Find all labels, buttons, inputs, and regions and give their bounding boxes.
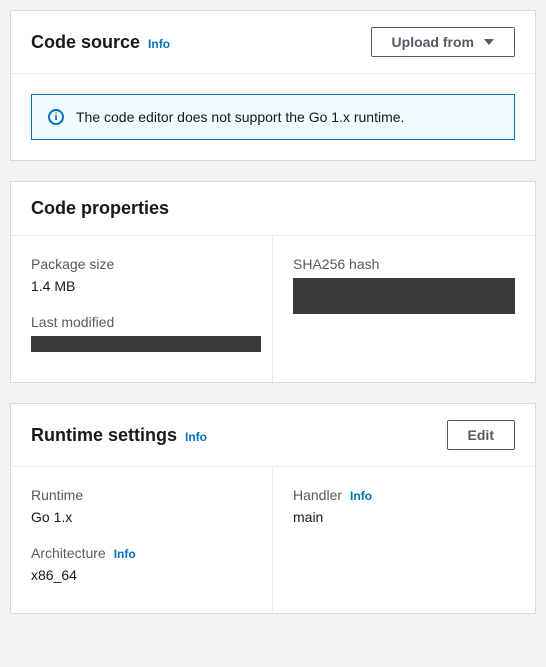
caret-down-icon (484, 39, 494, 45)
runtime-settings-info-link[interactable]: Info (185, 430, 207, 444)
runtime-settings-header: Runtime settings Info Edit (11, 404, 535, 467)
code-source-panel: Code source Info Upload from i The code … (10, 10, 536, 161)
sha256-value-redacted (293, 278, 515, 314)
runtime-settings-left-col: Runtime Go 1.x Architecture Info x86_64 (11, 467, 273, 613)
runtime-item: Runtime Go 1.x (31, 487, 252, 525)
handler-label: Handler (293, 487, 342, 503)
handler-value: main (293, 509, 515, 525)
upload-from-label: Upload from (392, 34, 474, 50)
code-properties-title: Code properties (31, 198, 169, 219)
code-properties-left-col: Package size 1.4 MB Last modified (11, 236, 273, 382)
package-size-value: 1.4 MB (31, 278, 252, 294)
upload-from-button[interactable]: Upload from (371, 27, 515, 57)
code-source-info-link[interactable]: Info (148, 37, 170, 51)
code-source-header: Code source Info Upload from (11, 11, 535, 74)
architecture-label-group: Architecture Info (31, 545, 252, 561)
code-source-body: i The code editor does not support the G… (11, 74, 535, 160)
sha256-label: SHA256 hash (293, 256, 515, 272)
handler-info-link[interactable]: Info (350, 489, 372, 503)
alert-message: The code editor does not support the Go … (76, 109, 404, 125)
code-properties-panel: Code properties Package size 1.4 MB Last… (10, 181, 536, 383)
runtime-settings-title-group: Runtime settings Info (31, 425, 207, 446)
info-icon: i (48, 109, 64, 125)
code-source-title: Code source (31, 32, 140, 53)
last-modified-item: Last modified (31, 314, 252, 352)
runtime-value: Go 1.x (31, 509, 252, 525)
runtime-settings-title: Runtime settings (31, 425, 177, 446)
architecture-value: x86_64 (31, 567, 252, 583)
last-modified-label: Last modified (31, 314, 252, 330)
code-properties-header: Code properties (11, 182, 535, 236)
runtime-not-supported-alert: i The code editor does not support the G… (31, 94, 515, 140)
runtime-settings-body: Runtime Go 1.x Architecture Info x86_64 … (11, 467, 535, 613)
architecture-info-link[interactable]: Info (114, 547, 136, 561)
code-properties-title-group: Code properties (31, 198, 169, 219)
handler-item: Handler Info main (293, 487, 515, 525)
package-size-label: Package size (31, 256, 252, 272)
code-properties-body: Package size 1.4 MB Last modified SHA256… (11, 236, 535, 382)
architecture-label: Architecture (31, 545, 106, 561)
last-modified-value-redacted (31, 336, 261, 352)
runtime-settings-panel: Runtime settings Info Edit Runtime Go 1.… (10, 403, 536, 614)
sha256-item: SHA256 hash (293, 256, 515, 314)
runtime-settings-right-col: Handler Info main (273, 467, 535, 613)
edit-button[interactable]: Edit (447, 420, 515, 450)
runtime-label: Runtime (31, 487, 252, 503)
code-source-title-group: Code source Info (31, 32, 170, 53)
architecture-item: Architecture Info x86_64 (31, 545, 252, 583)
package-size-item: Package size 1.4 MB (31, 256, 252, 294)
handler-label-group: Handler Info (293, 487, 515, 503)
code-properties-right-col: SHA256 hash (273, 236, 535, 382)
